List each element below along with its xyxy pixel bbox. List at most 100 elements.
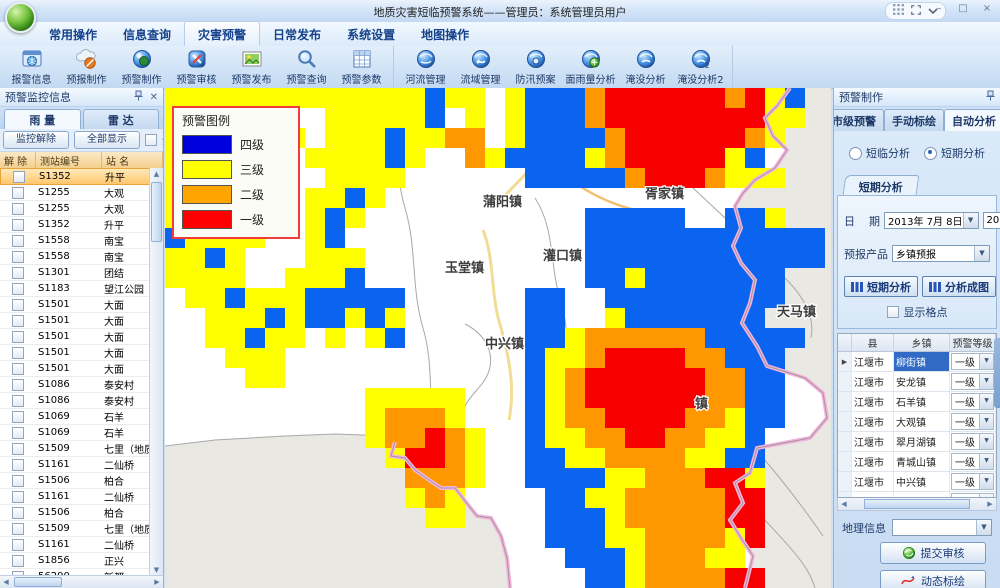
level-dropdown[interactable]: 一级▼ xyxy=(951,433,994,450)
subtab-short-term[interactable]: 短期分析 xyxy=(843,175,920,195)
table-row[interactable]: S1161二仙桥 xyxy=(0,457,150,473)
hour-combobox[interactable]: 20▼ xyxy=(983,212,1000,229)
date-combobox[interactable]: 2013年 7月 8日▼ xyxy=(884,212,979,229)
table-row[interactable]: S1352升平 xyxy=(0,168,150,185)
station-table-hscrollbar[interactable]: ◀ ▶ xyxy=(0,575,163,588)
hscroll-thumb[interactable] xyxy=(14,577,62,587)
table-row[interactable]: 江堰市石羊镇一级▼ xyxy=(838,392,996,412)
table-row[interactable]: S1183望江公园 xyxy=(0,281,150,297)
release-checkbox[interactable] xyxy=(12,555,24,567)
table-row[interactable]: S1352升平 xyxy=(0,217,150,233)
release-checkbox[interactable] xyxy=(12,459,24,471)
ribbon-button-flood-analysis2[interactable]: 2淹没分析2 xyxy=(673,47,728,86)
release-checkbox[interactable] xyxy=(12,427,24,439)
pin-icon[interactable] xyxy=(134,90,143,104)
release-checkbox[interactable] xyxy=(13,171,25,183)
panel-resize-grip[interactable] xyxy=(994,338,1000,408)
geo-info-combobox[interactable]: ▼ xyxy=(892,519,992,536)
table-row[interactable]: S1069石羊 xyxy=(0,425,150,441)
release-checkbox[interactable] xyxy=(12,187,24,199)
level-dropdown[interactable]: 一级▼ xyxy=(951,353,994,370)
table-row[interactable]: S1255大观 xyxy=(0,185,150,201)
short-term-analysis-button[interactable]: 短期分析 xyxy=(844,276,918,297)
grid-icon[interactable] xyxy=(893,4,904,18)
expand-icon[interactable] xyxy=(910,4,922,19)
close-panel-icon[interactable]: ✕ xyxy=(150,92,158,103)
table-row[interactable]: S1501大面 xyxy=(0,329,150,345)
station-table-vscrollbar[interactable]: ▲ ▼ xyxy=(149,168,163,576)
scroll-left-arrow[interactable]: ◀ xyxy=(838,498,850,510)
analysis-to-map-button[interactable]: 分析成图 xyxy=(922,276,996,297)
ribbon-button-flood-analysis[interactable]: 淹没分析 xyxy=(618,47,673,86)
table-row[interactable]: S1509七里（地质灾 xyxy=(0,441,150,457)
show-all-button[interactable]: 全部显示 xyxy=(74,131,140,149)
release-checkbox[interactable] xyxy=(12,395,24,407)
table-row[interactable]: S1558南宝 xyxy=(0,249,150,265)
release-checkbox[interactable] xyxy=(12,411,24,423)
town-cell[interactable]: 石羊镇 xyxy=(894,392,950,411)
table-row[interactable]: S1501大面 xyxy=(0,313,150,329)
ribbon-button-basin-manage[interactable]: 流域管理 xyxy=(453,47,508,86)
col-station-id[interactable]: 测站编号 xyxy=(36,152,102,168)
table-row[interactable]: S1501大面 xyxy=(0,345,150,361)
warning-tab-市级预警[interactable]: 市级预警 xyxy=(833,109,884,131)
ribbon-button-warning-params[interactable]: 预警参数 xyxy=(334,47,389,86)
release-checkbox[interactable] xyxy=(12,475,24,487)
pin-icon[interactable] xyxy=(986,90,995,104)
minimize-button[interactable]: – xyxy=(932,3,946,14)
scroll-up-arrow[interactable]: ▲ xyxy=(150,168,163,180)
table-row[interactable]: 江堰市中兴镇一级▼ xyxy=(838,472,996,492)
release-checkbox[interactable] xyxy=(12,363,24,375)
vscroll-thumb[interactable] xyxy=(151,182,162,242)
release-checkbox[interactable] xyxy=(12,251,24,263)
release-checkbox[interactable] xyxy=(12,443,24,455)
col-county[interactable]: 县 xyxy=(852,334,894,351)
release-checkbox[interactable] xyxy=(12,347,24,359)
table-row[interactable]: S1856正兴 xyxy=(0,553,150,569)
table-row[interactable]: S1558南宝 xyxy=(0,233,150,249)
town-cell[interactable]: 青城山镇 xyxy=(894,452,950,471)
submit-review-button[interactable]: 提交审核 xyxy=(880,542,986,564)
level-dropdown[interactable]: 一级▼ xyxy=(951,393,994,410)
dropdown-arrow-icon[interactable]: ▼ xyxy=(979,474,993,489)
table-row[interactable]: S1161二仙桥 xyxy=(0,537,150,553)
warning-tab-手动标绘[interactable]: 手动标绘 xyxy=(884,109,944,131)
monitor-tab-雨量[interactable]: 雨 量 xyxy=(4,109,81,129)
town-cell[interactable]: 柳街镇 xyxy=(894,352,950,371)
menu-item-地图操作[interactable]: 地图操作 xyxy=(408,22,482,46)
release-checkbox[interactable] xyxy=(12,539,24,551)
radio-短期分析[interactable]: 短期分析 xyxy=(924,145,985,161)
table-row[interactable]: 江堰市大观镇一级▼ xyxy=(838,412,996,432)
level-dropdown[interactable]: 一级▼ xyxy=(951,473,994,490)
town-cell[interactable]: 翠月湖镇 xyxy=(894,432,950,451)
town-cell[interactable]: 中兴镇 xyxy=(894,472,950,491)
level-dropdown[interactable]: 一级▼ xyxy=(951,373,994,390)
release-checkbox[interactable] xyxy=(12,507,24,519)
ribbon-button-rain-analysis[interactable]: 面雨量分析 xyxy=(563,47,618,86)
release-checkbox[interactable] xyxy=(12,235,24,247)
table-row[interactable]: S1506柏合 xyxy=(0,505,150,521)
dropdown-arrow-icon[interactable]: ▼ xyxy=(979,434,993,449)
dynamic-plot-button[interactable]: 动态标绘 xyxy=(880,570,986,588)
table-row[interactable]: S1501大面 xyxy=(0,361,150,377)
table-row[interactable]: S1301团结 xyxy=(0,265,150,281)
app-logo-orb[interactable] xyxy=(5,2,36,33)
ribbon-button-alarm-info[interactable]: 报警信息 xyxy=(4,47,59,86)
ribbon-button-forecast-make[interactable]: 预报制作 xyxy=(59,47,114,86)
release-checkbox[interactable] xyxy=(12,203,24,215)
col-warning-level[interactable]: 预警等级 xyxy=(950,334,996,351)
col-release[interactable]: 解 除 xyxy=(0,152,36,168)
maximize-button[interactable]: □ xyxy=(956,3,970,14)
ribbon-button-warning-audit[interactable]: 预警审核 xyxy=(169,47,224,86)
ribbon-button-warning-publish[interactable]: 预警发布 xyxy=(224,47,279,86)
monitor-tab-雷达[interactable]: 雷 达 xyxy=(83,109,160,129)
town-cell[interactable]: 安龙镇 xyxy=(894,372,950,391)
table-row[interactable]: S1161二仙桥 xyxy=(0,489,150,505)
table-row[interactable]: S1086泰安村 xyxy=(0,393,150,409)
menu-item-灾害预警[interactable]: 灾害预警 xyxy=(184,21,260,46)
scroll-right-arrow[interactable]: ▶ xyxy=(984,498,996,510)
map-view[interactable]: 蒲阳镇胥家镇灌口镇玉堂镇天马镇中兴镇镇 预警图例 四级三级二级一级 xyxy=(165,88,831,588)
hscroll-thumb[interactable] xyxy=(864,499,970,509)
dropdown-arrow-icon[interactable]: ▼ xyxy=(979,354,993,369)
menu-item-常用操作[interactable]: 常用操作 xyxy=(36,22,110,46)
